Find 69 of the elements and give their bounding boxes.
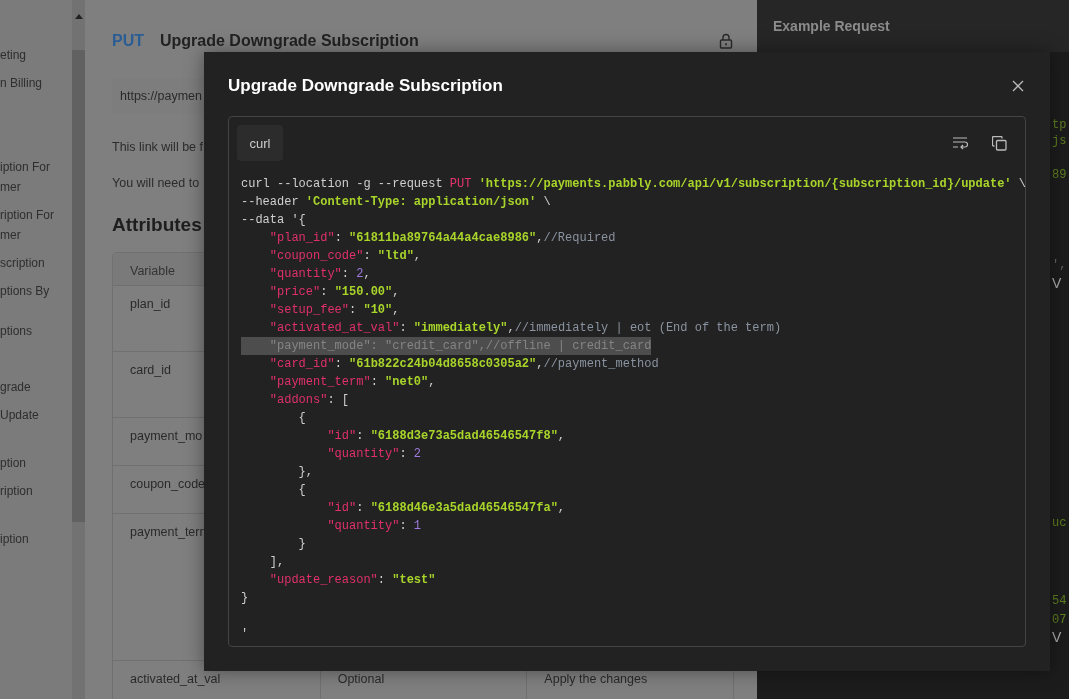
code-line: "activated_at_val": "immediately",//immediately | eot (End of the term) <box>268 320 782 337</box>
code-line: { <box>297 482 306 499</box>
table-cell: activated_at_val <box>130 672 221 686</box>
column-header: Variable <box>130 264 175 278</box>
code-line: ], <box>268 554 285 571</box>
sidebar-item[interactable]: eting <box>0 45 72 65</box>
code-fragment: tp <box>1052 118 1067 132</box>
scroll-up-icon[interactable] <box>74 14 83 19</box>
code-line: { <box>297 410 306 427</box>
lock-icon[interactable] <box>719 33 733 49</box>
sidebar-item[interactable]: n Billing <box>0 73 72 93</box>
code-fragment: 89 <box>1052 168 1067 182</box>
code-line: }, <box>297 464 313 481</box>
section-heading: Attributes <box>112 214 202 236</box>
table-cell: coupon_code <box>130 477 206 491</box>
wrap-icon[interactable] <box>952 136 968 150</box>
paragraph: You will need to <box>112 175 200 192</box>
code-line: "payment_term": "net0", <box>268 374 436 391</box>
code-line: ' <box>241 626 249 643</box>
code-line: "update_reason": "test" <box>268 572 436 589</box>
sidebar-item[interactable]: ription For mer <box>0 205 72 245</box>
code-line: "setup_fee": "10", <box>268 302 400 319</box>
code-line: "id": "6188d46e3a5dad46546547fa", <box>326 500 566 517</box>
table-cell: payment_mo <box>130 429 203 443</box>
language-tab[interactable]: curl <box>237 125 283 161</box>
sidebar-item[interactable]: ption <box>0 453 72 473</box>
table-cell: plan_id <box>130 297 171 311</box>
code-fragment: V <box>1052 629 1062 645</box>
code-line: "quantity": 2 <box>326 446 422 463</box>
code-fragment: 07 <box>1052 613 1067 627</box>
scrollbar[interactable] <box>72 0 85 699</box>
table-cell: Optional <box>337 672 385 686</box>
code-fragment: js <box>1052 134 1067 148</box>
panel-title: Example Request <box>773 18 890 34</box>
code-line: } <box>241 590 249 607</box>
code-line: "coupon_code": "ltd", <box>268 248 422 265</box>
table-cell: card_id <box>130 363 171 377</box>
close-icon[interactable] <box>1012 80 1024 92</box>
code-line: } <box>297 536 306 553</box>
code-line: "price": "150.00", <box>268 284 400 301</box>
paragraph: This link will be f <box>112 139 203 156</box>
page-title: Upgrade Downgrade Subscription <box>160 32 419 50</box>
code-fragment: V <box>1052 275 1062 291</box>
code-line: "id": "6188d3e73a5dad46546547f8", <box>326 428 566 445</box>
http-method: PUT <box>112 32 144 50</box>
sidebar-item[interactable]: ription <box>0 481 72 501</box>
sidebar-item[interactable]: grade <box>0 377 72 397</box>
code-fragment: ', <box>1052 258 1067 272</box>
code-line: --data '{ <box>241 212 306 229</box>
table-cell: Apply the changes <box>544 672 648 686</box>
code-line: "card_id": "61b822c24b04d8658c0305a2",//payment_method <box>268 356 659 373</box>
code-line: "plan_id": "61811ba89764a44a4cae8986",//Required <box>268 230 616 247</box>
sidebar-item[interactable]: scription <box>0 253 72 273</box>
copy-icon[interactable] <box>992 135 1007 151</box>
code-line: --header 'Content-Type: application/json' \ <box>241 194 551 211</box>
code-line: curl --location -g --request PUT 'https://payments.pabbly.com/api/v1/subscription/{subscription_id}/update' \ <box>241 176 1026 193</box>
code-line: "quantity": 1 <box>326 518 422 535</box>
sidebar-item[interactable]: iption <box>0 529 72 549</box>
sidebar-item[interactable]: iption For mer <box>0 157 72 197</box>
code-fragment: uc <box>1052 516 1067 530</box>
sidebar-item[interactable]: ptions By <box>0 281 72 301</box>
code-line: "quantity": 2, <box>268 266 371 283</box>
sidebar-item[interactable]: Update <box>0 405 72 425</box>
scroll-thumb[interactable] <box>72 50 85 522</box>
modal-title: Upgrade Downgrade Subscription <box>228 76 503 96</box>
code-fragment: 54 <box>1052 594 1067 608</box>
code-line: "addons": [ <box>268 392 350 409</box>
sidebar-item[interactable]: ptions <box>0 321 72 341</box>
table-cell: payment_tern <box>130 525 207 539</box>
